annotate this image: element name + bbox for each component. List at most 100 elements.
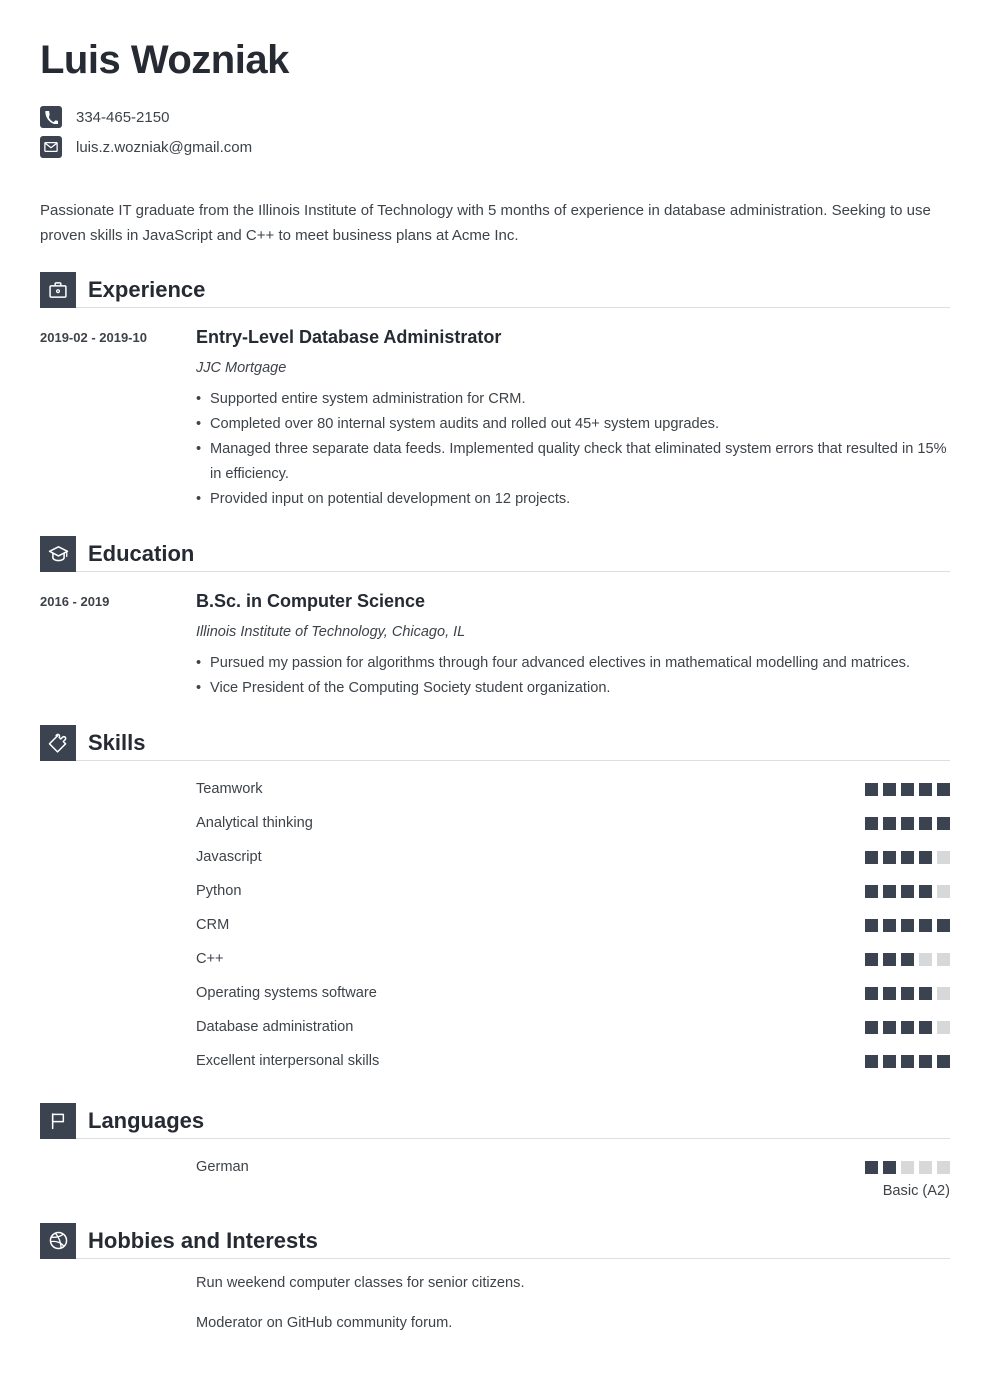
skill-rating xyxy=(865,919,950,933)
language-level-note: Basic (A2) xyxy=(882,1182,950,1199)
rating-square-empty xyxy=(937,987,950,1001)
list-item: Pursued my passion for algorithms throug… xyxy=(196,651,950,676)
resume-header: Luis Wozniak 334-465-2150 luis.z.wozniak… xyxy=(40,0,950,162)
experience-body: Entry-Level Database Administrator JJC M… xyxy=(196,326,950,512)
rating-square-filled xyxy=(901,1021,914,1035)
list-item: Managed three separate data feeds. Imple… xyxy=(196,437,950,487)
skill-label: Analytical thinking xyxy=(196,815,313,832)
rating-square-empty xyxy=(901,1161,914,1175)
rating-square-filled xyxy=(865,783,878,797)
rating-square-filled xyxy=(919,919,932,933)
phone-icon xyxy=(40,106,62,128)
education-school: Illinois Institute of Technology, Chicag… xyxy=(196,623,466,640)
section-title-hobbies: Hobbies and Interests xyxy=(88,1227,318,1253)
list-item: Provided input on potential development … xyxy=(196,487,950,512)
section-divider xyxy=(76,759,950,761)
rating-square-filled xyxy=(883,783,896,797)
skill-row: Database administration xyxy=(40,1011,950,1045)
skill-label: Excellent interpersonal skills xyxy=(196,1053,380,1070)
section-divider xyxy=(76,1137,950,1139)
resume-page: Luis Wozniak 334-465-2150 luis.z.wozniak… xyxy=(0,0,990,1400)
rating-square-empty xyxy=(937,885,950,899)
skill-rating xyxy=(865,987,950,1001)
list-item: Moderator on GitHub community forum. xyxy=(196,1314,453,1331)
rating-square-filled xyxy=(883,1161,896,1175)
experience-company: JJC Mortgage xyxy=(196,359,287,376)
skill-rating xyxy=(865,953,950,967)
rating-square-empty xyxy=(937,851,950,865)
rating-square-filled xyxy=(901,1055,914,1069)
experience-job-title: Entry-Level Database Administrator xyxy=(196,327,502,348)
skill-label: C++ xyxy=(196,951,224,968)
rating-square-filled xyxy=(901,953,914,967)
rating-square-empty xyxy=(937,1021,950,1035)
skill-label: Operating systems software xyxy=(196,985,377,1002)
skill-label: Python xyxy=(196,883,242,900)
section-education: Education 2016 - 2019 B.Sc. in Computer … xyxy=(40,534,950,701)
rating-square-filled xyxy=(865,1055,878,1069)
rating-square-filled xyxy=(865,817,878,831)
rating-square-filled xyxy=(883,885,896,899)
professional-summary: Passionate IT graduate from the Illinois… xyxy=(40,202,931,245)
list-item: Run weekend computer classes for senior … xyxy=(196,1274,525,1291)
skill-row: Python xyxy=(40,875,950,909)
education-degree: B.Sc. in Computer Science xyxy=(196,591,426,612)
language-rating xyxy=(865,1161,950,1175)
list-item: Completed over 80 internal system audits… xyxy=(196,412,950,437)
rating-square-filled xyxy=(937,817,950,831)
section-hobbies: Hobbies and Interests Run weekend comput… xyxy=(40,1221,950,1334)
rating-square-filled xyxy=(919,1055,932,1069)
education-body: B.Sc. in Computer Science Illinois Insti… xyxy=(196,590,950,701)
contact-row-email: luis.z.wozniak@gmail.com xyxy=(40,132,950,162)
rating-square-empty xyxy=(937,1161,950,1175)
skill-row: Excellent interpersonal skills xyxy=(40,1045,950,1079)
rating-square-filled xyxy=(883,953,896,967)
skill-rating xyxy=(865,1055,950,1069)
list-item: Vice President of the Computing Society … xyxy=(196,676,950,701)
skill-row: CRM xyxy=(40,909,950,943)
briefcase-icon xyxy=(40,272,76,309)
rating-square-filled xyxy=(865,953,878,967)
education-entry: 2016 - 2019 B.Sc. in Computer Science Il… xyxy=(40,590,950,701)
section-header-education: Education xyxy=(40,534,950,573)
skill-label: Database administration xyxy=(196,1019,354,1036)
skill-row: Javascript xyxy=(40,841,950,875)
skill-rating xyxy=(865,885,950,899)
skill-row: Teamwork xyxy=(40,773,950,807)
candidate-name: Luis Wozniak xyxy=(40,38,289,82)
rating-square-filled xyxy=(865,1021,878,1035)
section-experience: Experience 2019-02 - 2019-10 Entry-Level… xyxy=(40,270,950,512)
section-title-education: Education xyxy=(88,541,195,567)
rating-square-filled xyxy=(883,851,896,865)
experience-bullets: Supported entire system administration f… xyxy=(196,387,950,513)
section-title-experience: Experience xyxy=(88,277,206,303)
language-label: German xyxy=(196,1159,249,1176)
section-title-skills: Skills xyxy=(88,729,146,755)
rating-square-filled xyxy=(865,919,878,933)
skill-row: Analytical thinking xyxy=(40,807,950,841)
rating-square-filled xyxy=(919,987,932,1001)
section-divider xyxy=(76,307,950,309)
experience-date: 2019-02 - 2019-10 xyxy=(40,330,147,346)
rating-square-empty xyxy=(919,1161,932,1175)
list-item: Supported entire system administration f… xyxy=(196,387,950,412)
email-value[interactable]: luis.z.wozniak@gmail.com xyxy=(76,140,252,155)
skill-rating xyxy=(865,817,950,831)
section-skills: Skills Teamwork Analytical thinking Java… xyxy=(40,723,950,1079)
rating-square-filled xyxy=(901,919,914,933)
rating-square-filled xyxy=(901,851,914,865)
phone-value[interactable]: 334-465-2150 xyxy=(76,110,169,125)
rating-square-filled xyxy=(865,885,878,899)
skill-label: CRM xyxy=(196,917,230,934)
rating-square-filled xyxy=(901,885,914,899)
graduation-cap-icon xyxy=(40,536,76,573)
rating-square-filled xyxy=(901,783,914,797)
rating-square-filled xyxy=(883,817,896,831)
section-header-skills: Skills xyxy=(40,723,950,761)
rating-square-empty xyxy=(937,953,950,967)
language-row: German xyxy=(40,1151,950,1185)
skill-rating xyxy=(865,1021,950,1035)
rating-square-filled xyxy=(919,1021,932,1035)
rating-square-filled xyxy=(883,987,896,1001)
education-bullets: Pursued my passion for algorithms throug… xyxy=(196,651,950,701)
